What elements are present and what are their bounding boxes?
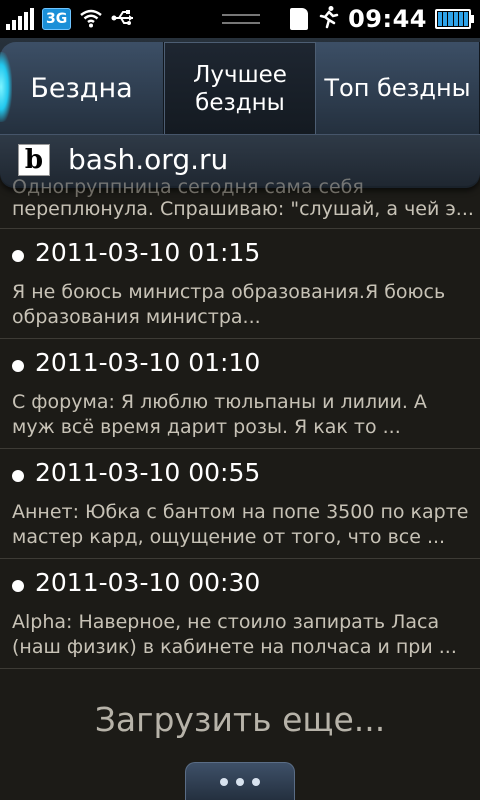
battery-icon bbox=[435, 9, 474, 29]
dot-icon bbox=[236, 777, 244, 786]
quote-date: 2011-03-10 00:55 bbox=[35, 458, 261, 487]
quote-date: 2011-03-10 01:15 bbox=[35, 238, 261, 267]
notification-handle[interactable] bbox=[222, 14, 260, 24]
bullet-icon bbox=[12, 580, 24, 592]
list-item[interactable]: 2011-03-10 00:30 Alpha: Наверное, не сто… bbox=[0, 558, 480, 668]
network-type-icon: 3G bbox=[42, 8, 72, 30]
list-item[interactable]: 2011-03-10 01:15 Я не боюсь министра обр… bbox=[0, 228, 480, 338]
quote-preview-line: С форума: Я люблю тюльпаны и лилии. А bbox=[12, 391, 427, 413]
quote-preview-line: Одногруппница сегодня сама себя bbox=[12, 176, 364, 198]
tab-label: Лучшее бездны bbox=[193, 61, 287, 116]
quote-preview-line: мастер кард, ощущение от того, что все .… bbox=[12, 526, 446, 548]
list-item[interactable]: 2011-03-10 01:10 С форума: Я люблю тюльп… bbox=[0, 338, 480, 448]
quote-preview-line: муж всё время дарит розы. Я как то ... bbox=[12, 416, 401, 438]
usb-icon bbox=[111, 8, 137, 31]
sd-card-icon bbox=[290, 8, 309, 30]
tab-label: Топ бездны bbox=[324, 74, 471, 102]
quote-date: 2011-03-10 01:10 bbox=[35, 348, 261, 377]
more-options-button[interactable] bbox=[185, 762, 295, 800]
scroll-glow-indicator bbox=[0, 52, 12, 122]
tab-abyss[interactable]: Бездна bbox=[0, 42, 164, 134]
list-item-partial[interactable]: Одногруппница сегодня сама себя переплюн… bbox=[0, 170, 480, 228]
tab-top-abyss[interactable]: Топ бездны bbox=[316, 42, 480, 134]
tab-bar: Бездна Лучшее бездны Топ бездны bbox=[0, 42, 480, 134]
dot-icon bbox=[220, 777, 228, 786]
bullet-icon bbox=[12, 360, 24, 372]
tab-label: Бездна bbox=[30, 72, 133, 104]
bullet-icon bbox=[12, 250, 24, 262]
wifi-icon bbox=[79, 8, 103, 31]
quote-preview-line: (наш физик) в кабинете на полчаса и при … bbox=[12, 636, 457, 658]
signal-icon bbox=[6, 8, 34, 30]
load-more-button[interactable]: Загрузить еще... bbox=[0, 700, 480, 739]
app-header: Бездна Лучшее бездны Топ бездны b bash.o… bbox=[0, 38, 480, 188]
quote-preview-line: Я не боюсь министра образования.Я боюсь bbox=[12, 281, 446, 303]
quote-preview-line: образования министра... bbox=[12, 306, 261, 328]
quote-date: 2011-03-10 00:30 bbox=[35, 568, 261, 597]
list-divider bbox=[0, 668, 480, 669]
quote-preview-line: переплюнула. Спрашиваю: "слушай, а чей э… bbox=[12, 198, 474, 220]
tab-best-abyss[interactable]: Лучшее бездны bbox=[164, 42, 316, 134]
running-icon bbox=[316, 5, 340, 34]
list-item[interactable]: 2011-03-10 00:55 Аннет: Юбка с бантом на… bbox=[0, 448, 480, 558]
dot-icon bbox=[252, 777, 260, 786]
status-bar: 3G 09:44 bbox=[0, 0, 480, 38]
quote-preview-line: Alpha: Наверное, не стоило запирать Ласа bbox=[12, 611, 440, 633]
quote-preview-line: Аннет: Юбка с бантом на попе 3500 по кар… bbox=[12, 501, 469, 523]
clock: 09:44 bbox=[348, 5, 427, 33]
bullet-icon bbox=[12, 470, 24, 482]
